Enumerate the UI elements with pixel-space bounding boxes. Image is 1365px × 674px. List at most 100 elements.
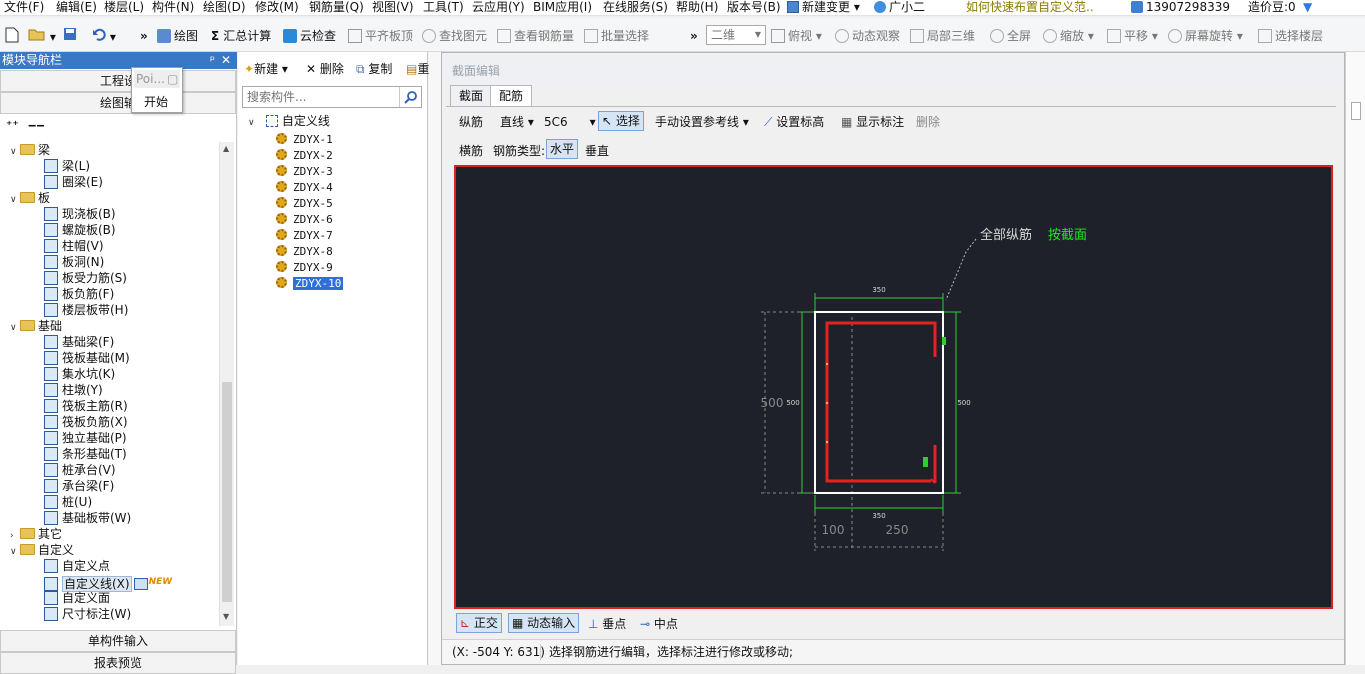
sum-calc-button[interactable]: Σ 汇总计算: [211, 27, 271, 45]
report-preview-button[interactable]: 报表预览: [0, 652, 236, 674]
component-item[interactable]: ZDYX-4: [276, 179, 333, 195]
assistant-menu[interactable]: 广小二: [874, 0, 925, 16]
tree-item[interactable]: 条形基础(T): [44, 446, 127, 462]
edit-icon[interactable]: [133, 578, 148, 590]
dim-seg1-text[interactable]: 100: [822, 523, 845, 537]
tree-item[interactable]: 筏板主筋(R): [44, 398, 128, 414]
menu-view[interactable]: 视图(V): [372, 0, 414, 16]
tree-item[interactable]: 楼层板带(H): [44, 302, 128, 318]
view-mode-select[interactable]: 二维 ▼: [706, 25, 766, 45]
menu-floor[interactable]: 楼层(L): [104, 0, 144, 16]
popup-item-poi[interactable]: Poi... ▢: [134, 70, 180, 88]
rebar-point-3[interactable]: [825, 440, 829, 444]
chevron-down-icon[interactable]: ∨: [10, 192, 20, 208]
view-rebar-button[interactable]: 查看钢筋量: [497, 27, 574, 45]
new-change-menu[interactable]: 新建变更 ▾: [787, 0, 860, 16]
pan-button[interactable]: 平移 ▾: [1107, 27, 1158, 45]
drawing-input-button[interactable]: 绘图输: [0, 92, 236, 114]
component-item[interactable]: ZDYX-8: [276, 243, 333, 259]
menu-cloud[interactable]: 云应用(Y): [472, 0, 525, 16]
tree-item[interactable]: 自定义点: [44, 558, 110, 574]
tree-item[interactable]: 承台梁(F): [44, 478, 114, 494]
nav-scrollbar[interactable]: ▲ ▼: [219, 142, 234, 626]
vertical-button[interactable]: 垂直: [585, 142, 609, 160]
horizontal-button[interactable]: 水平: [546, 139, 579, 159]
draw-button[interactable]: 绘图: [157, 27, 198, 45]
menu-help[interactable]: 帮助(H): [676, 0, 718, 16]
user-account[interactable]: 13907298339: [1131, 0, 1230, 16]
menu-draw[interactable]: 绘图(D): [203, 0, 246, 16]
tree-item[interactable]: 基础板带(W): [44, 510, 131, 526]
section-drawing-canvas[interactable]: 全部纵筋 按截面 350 350 500 500 500 100 250: [454, 165, 1333, 609]
tree-folder[interactable]: ∨ 板: [10, 190, 50, 206]
batch-select-button[interactable]: 批量选择: [584, 27, 649, 45]
tree-item[interactable]: 桩承台(V): [44, 462, 116, 478]
menu-modify[interactable]: 修改(M): [255, 0, 299, 16]
popup-item-start[interactable]: 开始: [144, 94, 168, 110]
component-search-input[interactable]: [243, 87, 399, 107]
save-icon[interactable]: [63, 27, 77, 45]
tip-link[interactable]: 如何快速布置自定义范..: [966, 0, 1094, 16]
rotate-button[interactable]: 屏幕旋转 ▾: [1168, 27, 1243, 45]
chevron-down-icon[interactable]: ∨: [10, 320, 20, 336]
find-element-button[interactable]: 查找图元: [422, 27, 487, 45]
rename-component-button[interactable]: ▤重: [406, 60, 429, 77]
tree-folder[interactable]: ∨ 基础: [10, 318, 62, 334]
set-elevation-button[interactable]: ⟋ 设置标高: [764, 113, 824, 131]
tab-rebar[interactable]: 配筋: [490, 85, 533, 106]
new-component-button[interactable]: ✦新建 ▾: [244, 60, 288, 77]
dim-bottom-text[interactable]: 350: [872, 512, 885, 520]
tree-item[interactable]: 板受力筋(S): [44, 270, 127, 286]
search-icon[interactable]: [399, 87, 421, 107]
copy-component-button[interactable]: ⧉ 复制: [356, 60, 392, 77]
dim-left-big-text[interactable]: 500: [761, 396, 784, 410]
notification-bell-icon[interactable]: ▼: [1303, 0, 1312, 16]
menu-file[interactable]: 文件(F): [4, 0, 44, 16]
tab-section[interactable]: 截面: [450, 85, 493, 106]
tree-item[interactable]: 梁(L): [44, 158, 90, 174]
local-3d-button[interactable]: 局部三维: [910, 27, 975, 45]
tree-item[interactable]: 板洞(N): [44, 254, 104, 270]
menu-component[interactable]: 构件(N): [152, 0, 194, 16]
label-all-rebar[interactable]: 全部纵筋: [980, 227, 1032, 243]
tree-item[interactable]: 板负筋(F): [44, 286, 114, 302]
tree-item[interactable]: 基础梁(F): [44, 334, 114, 350]
dim-right-text[interactable]: 500: [957, 399, 970, 407]
tree-item[interactable]: 圈梁(E): [44, 174, 103, 190]
menu-version[interactable]: 版本号(B): [727, 0, 781, 16]
component-item[interactable]: ZDYX-5: [276, 195, 333, 211]
tree-item[interactable]: 独立基础(P): [44, 430, 127, 446]
perpendicular-snap-button[interactable]: ⊥ 垂点: [588, 615, 626, 633]
chevron-down-icon[interactable]: ∨: [10, 144, 20, 160]
menu-bim[interactable]: BIM应用(I): [533, 0, 592, 16]
tree-folder[interactable]: ∨ 梁: [10, 142, 50, 158]
tree-item[interactable]: 自定义线(X) NEW: [44, 574, 172, 592]
delete-component-button[interactable]: ✕ 删除: [306, 60, 344, 77]
rebar-spec-select[interactable]: 5C6 ▾: [544, 113, 596, 131]
menu-rebar-qty[interactable]: 钢筋量(Q): [309, 0, 364, 16]
scroll-down-icon[interactable]: ▼: [223, 612, 229, 621]
delete-rebar-button[interactable]: 删除: [916, 113, 940, 131]
tree-item[interactable]: 尺寸标注(W): [44, 606, 131, 622]
dim-top-text[interactable]: 350: [872, 286, 885, 294]
menu-online[interactable]: 在线服务(S): [603, 0, 668, 16]
top-view-button[interactable]: 俯视 ▾: [771, 27, 822, 45]
dynamic-input-button[interactable]: ▦ 动态输入: [508, 613, 580, 633]
single-input-button[interactable]: 单构件输入: [0, 630, 236, 652]
tree-item[interactable]: 柱墩(Y): [44, 382, 103, 398]
tree-item[interactable]: 自定义面: [44, 590, 110, 606]
project-settings-button[interactable]: 工程设: [0, 70, 236, 92]
cloud-check-button[interactable]: 云检查: [283, 27, 336, 45]
line-type-select[interactable]: 直线 ▾: [500, 113, 534, 131]
component-item[interactable]: ZDYX-10: [276, 275, 344, 291]
scroll-up-icon[interactable]: ▲: [223, 144, 229, 153]
midpoint-snap-button[interactable]: ⊸ 中点: [640, 615, 678, 633]
tree-item[interactable]: 桩(U): [44, 494, 92, 510]
scroll-thumb[interactable]: [222, 382, 232, 602]
menu-edit[interactable]: 编辑(E): [56, 0, 97, 16]
undo-icon[interactable]: ▾: [92, 27, 116, 45]
stirrup-rebar[interactable]: [825, 321, 937, 483]
right-panel-handle[interactable]: [1351, 102, 1361, 120]
tree-item[interactable]: 筏板负筋(X): [44, 414, 128, 430]
dynamic-view-button[interactable]: 动态观察: [835, 27, 900, 45]
